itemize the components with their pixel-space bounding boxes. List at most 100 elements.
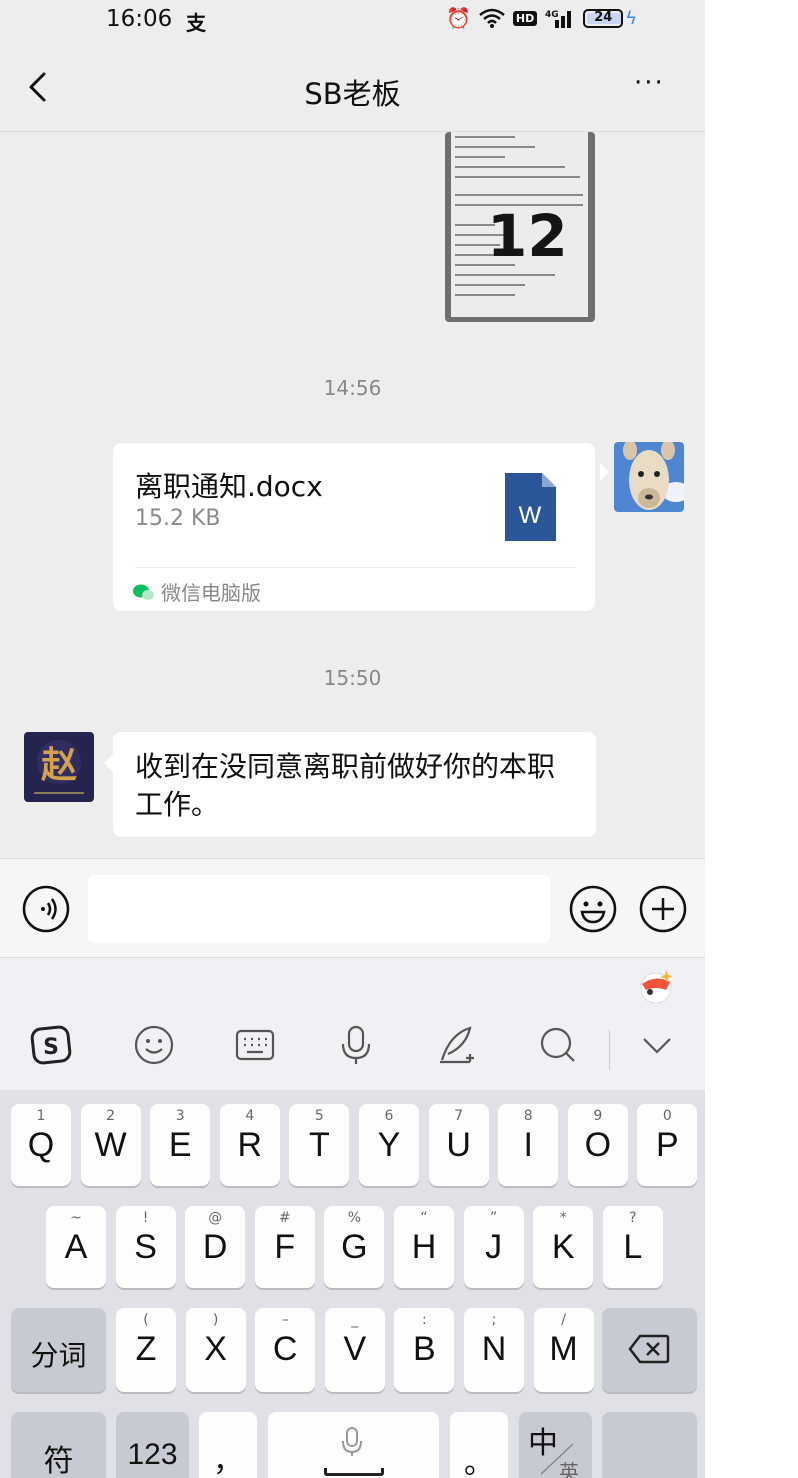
key-label: I [523, 1126, 533, 1164]
toolbar-divider [609, 1030, 610, 1070]
keyboard-layout-icon[interactable] [234, 1024, 276, 1066]
key-r[interactable]: 4R [219, 1104, 280, 1186]
space-key[interactable] [268, 1412, 439, 1478]
file-source: 微信电脑版 [133, 577, 261, 606]
key-n[interactable]: ; N [464, 1308, 524, 1392]
receipt-paper: 12 [451, 132, 588, 317]
number-key[interactable]: 123 [116, 1412, 189, 1478]
key-l[interactable]: ? L [602, 1206, 663, 1288]
key-label: K [551, 1228, 575, 1266]
key-k[interactable]: * K [533, 1206, 594, 1288]
voice-input-icon[interactable] [22, 885, 70, 933]
key-p[interactable]: 0P [637, 1104, 698, 1186]
key-m[interactable]: / M [533, 1308, 594, 1392]
key-z[interactable]: (Z [116, 1308, 176, 1392]
segment-key[interactable]: 分词 [11, 1308, 106, 1392]
key-label: V [343, 1330, 367, 1368]
chat-header: SB老板 ··· [0, 46, 705, 132]
key-h[interactable]: “H [394, 1206, 454, 1288]
key-f[interactable]: # F [254, 1206, 315, 1288]
key-label: Q [27, 1126, 55, 1164]
language-switch-key[interactable]: 中 英 [519, 1412, 592, 1478]
key-secondary-label: _ [351, 1312, 359, 1328]
file-name: 离职通知.docx [135, 470, 323, 503]
symbol-key[interactable]: 符 [11, 1412, 106, 1478]
backspace-key[interactable] [602, 1308, 697, 1392]
key-g[interactable]: % G [324, 1206, 385, 1288]
handwriting-icon[interactable] [436, 1024, 478, 1066]
number-key-label: 123 [127, 1438, 178, 1471]
key-w[interactable]: 2W [80, 1104, 141, 1186]
key-label: L [623, 1228, 643, 1266]
key-y[interactable]: 6Y [359, 1104, 419, 1186]
voice-typing-icon[interactable] [335, 1024, 377, 1066]
key-secondary-label: ) [212, 1312, 219, 1328]
contact-avatar[interactable]: 赵 [24, 732, 94, 802]
key-secondary-label: “ [420, 1210, 428, 1226]
key-secondary-label: ! [142, 1210, 149, 1226]
timestamp: 15:50 [323, 666, 382, 690]
file-message-bubble[interactable]: 离职通知.docx 15.2 KB W 微信电脑版 [113, 443, 609, 611]
key-label: N [481, 1330, 507, 1368]
add-attachment-icon[interactable] [639, 885, 687, 933]
key-label: H [411, 1228, 437, 1266]
svg-text:S: S [43, 1035, 59, 1060]
key-e[interactable]: 3E [150, 1104, 211, 1186]
key-label: R [237, 1126, 263, 1164]
signal-icon: 4G [545, 10, 572, 28]
key-label: J [485, 1228, 503, 1266]
emoji-icon[interactable] [569, 885, 617, 933]
key-secondary-label: 5 [314, 1108, 324, 1124]
period-key-label: 。 [464, 1446, 494, 1478]
keyboard-toolbar: S [0, 958, 705, 1090]
key-secondary-label: * [559, 1210, 567, 1226]
status-bar: 16:06 支 ⏰ HD 4G 24 ϟ [0, 0, 705, 46]
emoji-panel-icon[interactable] [133, 1024, 175, 1066]
battery-level: 24 [594, 9, 613, 25]
comma-key-label: ， [213, 1444, 243, 1478]
key-u[interactable]: 7U [428, 1104, 489, 1186]
incoming-message-bubble[interactable]: 收到在没同意离职前做好你的本职工作。 [104, 732, 596, 837]
key-label: Y [377, 1126, 401, 1164]
key-label: X [204, 1330, 227, 1368]
key-label: D [202, 1228, 228, 1266]
period-key[interactable]: 。 [450, 1412, 508, 1478]
key-q[interactable]: 1Q [11, 1104, 71, 1186]
key-s[interactable]: ! S [115, 1206, 176, 1288]
key-secondary-label: 1 [36, 1108, 46, 1124]
key-secondary-label: 0 [662, 1108, 672, 1124]
collapse-keyboard-icon[interactable] [636, 1024, 678, 1066]
key-c[interactable]: – C [255, 1308, 316, 1392]
phone-screen: 16:06 支 ⏰ HD 4G 24 ϟ SB老板 ··· 12 14:56 离… [0, 0, 705, 1478]
more-options-icon[interactable]: ··· [634, 68, 665, 98]
sogou-logo-icon[interactable]: S [30, 1024, 72, 1066]
key-b[interactable]: :B [394, 1308, 455, 1392]
search-icon[interactable] [537, 1024, 579, 1066]
key-v[interactable]: _ V [324, 1308, 385, 1392]
key-t[interactable]: 5T [289, 1104, 350, 1186]
key-secondary-label: # [278, 1210, 291, 1226]
svg-text:赵: 赵 [41, 744, 77, 786]
receipt-handwritten-number: 12 [487, 202, 568, 270]
mascot-icon[interactable] [636, 966, 676, 1004]
space-bar-glyph [324, 1468, 384, 1476]
key-j[interactable]: ” J [463, 1206, 524, 1288]
hd-voice-icon: HD [512, 10, 538, 26]
symbol-key-label: 符 [43, 1444, 74, 1478]
key-o[interactable]: 9O [567, 1104, 628, 1186]
key-a[interactable]: ~ A [46, 1206, 106, 1288]
segment-key-label: 分词 [30, 1339, 87, 1372]
my-avatar[interactable] [614, 442, 684, 512]
comma-key[interactable]: ， [199, 1412, 257, 1478]
battery-icon: 24 [583, 8, 624, 28]
receipt-image-message[interactable]: 12 [445, 132, 595, 322]
key-secondary-label: ( [143, 1312, 149, 1328]
key-label: U [446, 1126, 471, 1164]
key-d[interactable]: @ D [185, 1206, 246, 1288]
key-x[interactable]: ) X [185, 1308, 246, 1392]
svg-text:4G: 4G [545, 10, 559, 20]
message-input[interactable] [88, 875, 550, 943]
enter-key[interactable] [602, 1412, 697, 1478]
key-label: W [94, 1126, 127, 1164]
key-i[interactable]: 8I [498, 1104, 559, 1186]
